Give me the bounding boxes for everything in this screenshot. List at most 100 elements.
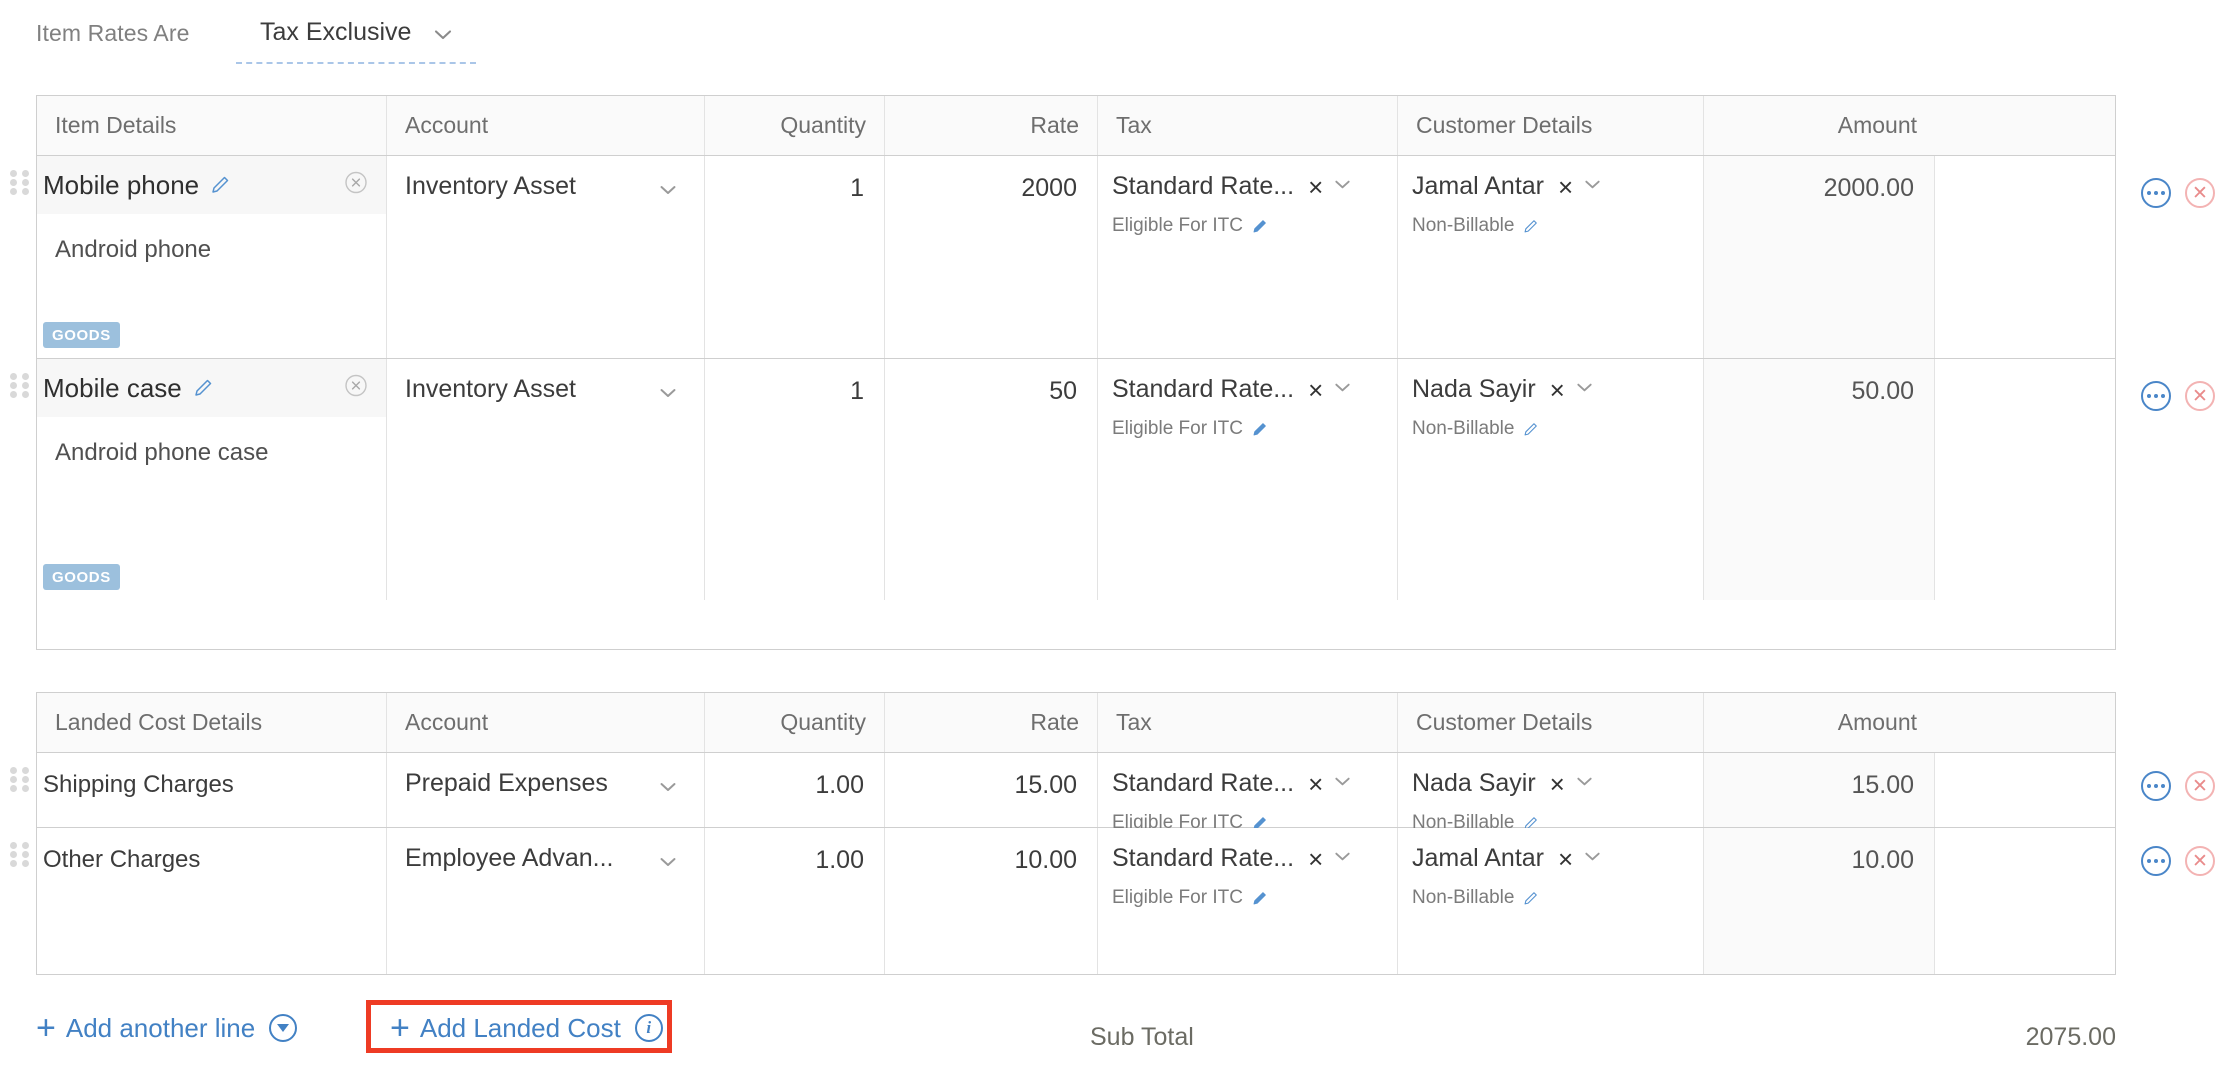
chevron-down-icon[interactable]: [1583, 175, 1602, 199]
chevron-down-icon[interactable]: [658, 180, 678, 205]
chevron-down-icon[interactable]: [658, 852, 678, 877]
row-more-options-icon[interactable]: [2141, 846, 2171, 876]
item-name-row[interactable]: Mobile case: [37, 359, 386, 417]
row-actions: ✕: [2141, 178, 2215, 208]
account-cell[interactable]: Inventory Asset: [387, 156, 705, 358]
edit-pencil-icon[interactable]: [1522, 890, 1539, 907]
item-details-cell[interactable]: Mobile phone Android phone GOODS: [37, 156, 387, 358]
tax-cell[interactable]: Standard Rate... × Eligible For ITC: [1098, 359, 1398, 600]
clear-customer-icon[interactable]: ×: [1558, 174, 1573, 200]
clear-customer-icon[interactable]: ×: [1558, 846, 1573, 872]
account-cell[interactable]: Inventory Asset: [387, 359, 705, 600]
table-row: Mobile phone Android phone GOODS Invento…: [37, 156, 2115, 359]
clear-tax-icon[interactable]: ×: [1308, 771, 1323, 797]
quantity-cell[interactable]: 1.00: [705, 753, 885, 827]
row-delete-icon[interactable]: ✕: [2185, 178, 2215, 208]
item-description: Android phone case: [37, 417, 386, 467]
edit-pencil-icon[interactable]: [1251, 218, 1268, 235]
chevron-down-icon[interactable]: [658, 383, 678, 408]
plus-icon: +: [390, 1011, 410, 1045]
tax-cell[interactable]: Standard Rate... × Eligible For ITC: [1098, 156, 1398, 358]
chevron-down-icon[interactable]: [1583, 847, 1602, 871]
clear-item-icon[interactable]: [344, 171, 368, 200]
item-table-header: Item Details Account Quantity Rate Tax C…: [37, 96, 2115, 156]
amount-cell: 50.00: [1704, 359, 1935, 600]
amount-value: 15.00: [1704, 753, 1934, 827]
quantity-cell[interactable]: 1: [705, 359, 885, 600]
column-header-rate: Rate: [885, 693, 1098, 752]
info-icon[interactable]: i: [635, 1014, 663, 1042]
chevron-down-icon: [433, 25, 453, 45]
rate-cell[interactable]: 50: [885, 359, 1098, 600]
edit-pencil-icon[interactable]: [1251, 890, 1268, 907]
column-header-quantity: Quantity: [705, 693, 885, 752]
landed-cost-details-cell[interactable]: Other Charges: [37, 828, 387, 974]
edit-pencil-icon[interactable]: [1251, 421, 1268, 438]
drag-handle-icon[interactable]: [10, 170, 29, 196]
item-details-cell[interactable]: Mobile case Android phone case GOODS: [37, 359, 387, 600]
landed-cost-details-cell[interactable]: Shipping Charges: [37, 753, 387, 827]
table-row: Mobile case Android phone case GOODS Inv…: [37, 359, 2115, 600]
chevron-down-icon[interactable]: [1333, 378, 1352, 402]
add-another-line-label: Add another line: [66, 1013, 255, 1044]
quantity-cell[interactable]: 1: [705, 156, 885, 358]
row-more-options-icon[interactable]: [2141, 178, 2171, 208]
item-type-badge: GOODS: [43, 322, 120, 348]
edit-pencil-icon[interactable]: [1522, 421, 1539, 438]
add-landed-cost-button[interactable]: + Add Landed Cost i: [390, 1011, 663, 1045]
chevron-down-icon[interactable]: [1575, 772, 1594, 796]
tax-cell[interactable]: Standard Rate... × Eligible For ITC: [1098, 828, 1398, 974]
quantity-cell[interactable]: 1.00: [705, 828, 885, 974]
tax-itc-label: Eligible For ITC: [1112, 215, 1243, 237]
chevron-down-icon[interactable]: [658, 777, 678, 802]
drag-handle-icon[interactable]: [10, 373, 29, 399]
row-actions: ✕: [2141, 846, 2215, 876]
account-value: Employee Advan...: [405, 844, 613, 872]
chevron-down-icon[interactable]: [1333, 772, 1352, 796]
amount-cell: 2000.00: [1704, 156, 1935, 358]
item-description: Android phone: [37, 214, 386, 264]
clear-tax-icon[interactable]: ×: [1308, 377, 1323, 403]
row-delete-icon[interactable]: ✕: [2185, 846, 2215, 876]
chevron-down-circle-icon[interactable]: [269, 1014, 297, 1042]
customer-details-cell[interactable]: Jamal Antar × Non-Billable: [1398, 156, 1704, 358]
tax-cell[interactable]: Standard Rate... × Eligible For ITC: [1098, 753, 1398, 827]
row-more-options-icon[interactable]: [2141, 771, 2171, 801]
amount-cell: 10.00: [1704, 828, 1935, 974]
customer-name: Nada Sayir: [1412, 769, 1536, 798]
edit-pencil-icon[interactable]: [209, 174, 231, 196]
clear-customer-icon[interactable]: ×: [1550, 771, 1565, 797]
billable-status-label: Non-Billable: [1412, 418, 1514, 440]
edit-pencil-icon[interactable]: [1522, 218, 1539, 235]
customer-details-cell[interactable]: Nada Sayir × Non-Billable: [1398, 753, 1704, 827]
customer-name: Jamal Antar: [1412, 172, 1544, 201]
dotted-underline: [236, 62, 476, 64]
drag-handle-icon[interactable]: [10, 842, 29, 868]
item-name-row[interactable]: Mobile phone: [37, 156, 386, 214]
row-delete-icon[interactable]: ✕: [2185, 771, 2215, 801]
add-another-line-button[interactable]: + Add another line: [36, 1011, 297, 1045]
drag-handle-icon[interactable]: [10, 767, 29, 793]
rate-cell[interactable]: 15.00: [885, 753, 1098, 827]
rate-cell[interactable]: 10.00: [885, 828, 1098, 974]
chevron-down-icon[interactable]: [1333, 175, 1352, 199]
column-header-landed-cost-details: Landed Cost Details: [37, 693, 387, 752]
customer-details-cell[interactable]: Jamal Antar × Non-Billable: [1398, 828, 1704, 974]
clear-tax-icon[interactable]: ×: [1308, 174, 1323, 200]
rate-cell[interactable]: 2000: [885, 156, 1098, 358]
subtotal-value: 2075.00: [2026, 1023, 2116, 1052]
account-cell[interactable]: Employee Advan...: [387, 828, 705, 974]
chevron-down-icon[interactable]: [1333, 847, 1352, 871]
clear-tax-icon[interactable]: ×: [1308, 846, 1323, 872]
edit-pencil-icon[interactable]: [192, 377, 214, 399]
clear-item-icon[interactable]: [344, 374, 368, 403]
customer-details-cell[interactable]: Nada Sayir × Non-Billable: [1398, 359, 1704, 600]
account-cell[interactable]: Prepaid Expenses: [387, 753, 705, 827]
item-rates-dropdown[interactable]: Tax Exclusive: [248, 12, 460, 56]
clear-customer-icon[interactable]: ×: [1550, 377, 1565, 403]
row-delete-icon[interactable]: ✕: [2185, 381, 2215, 411]
row-actions: ✕: [2141, 381, 2215, 411]
row-more-options-icon[interactable]: [2141, 381, 2171, 411]
chevron-down-icon[interactable]: [1575, 378, 1594, 402]
item-type-badge: GOODS: [43, 564, 120, 590]
